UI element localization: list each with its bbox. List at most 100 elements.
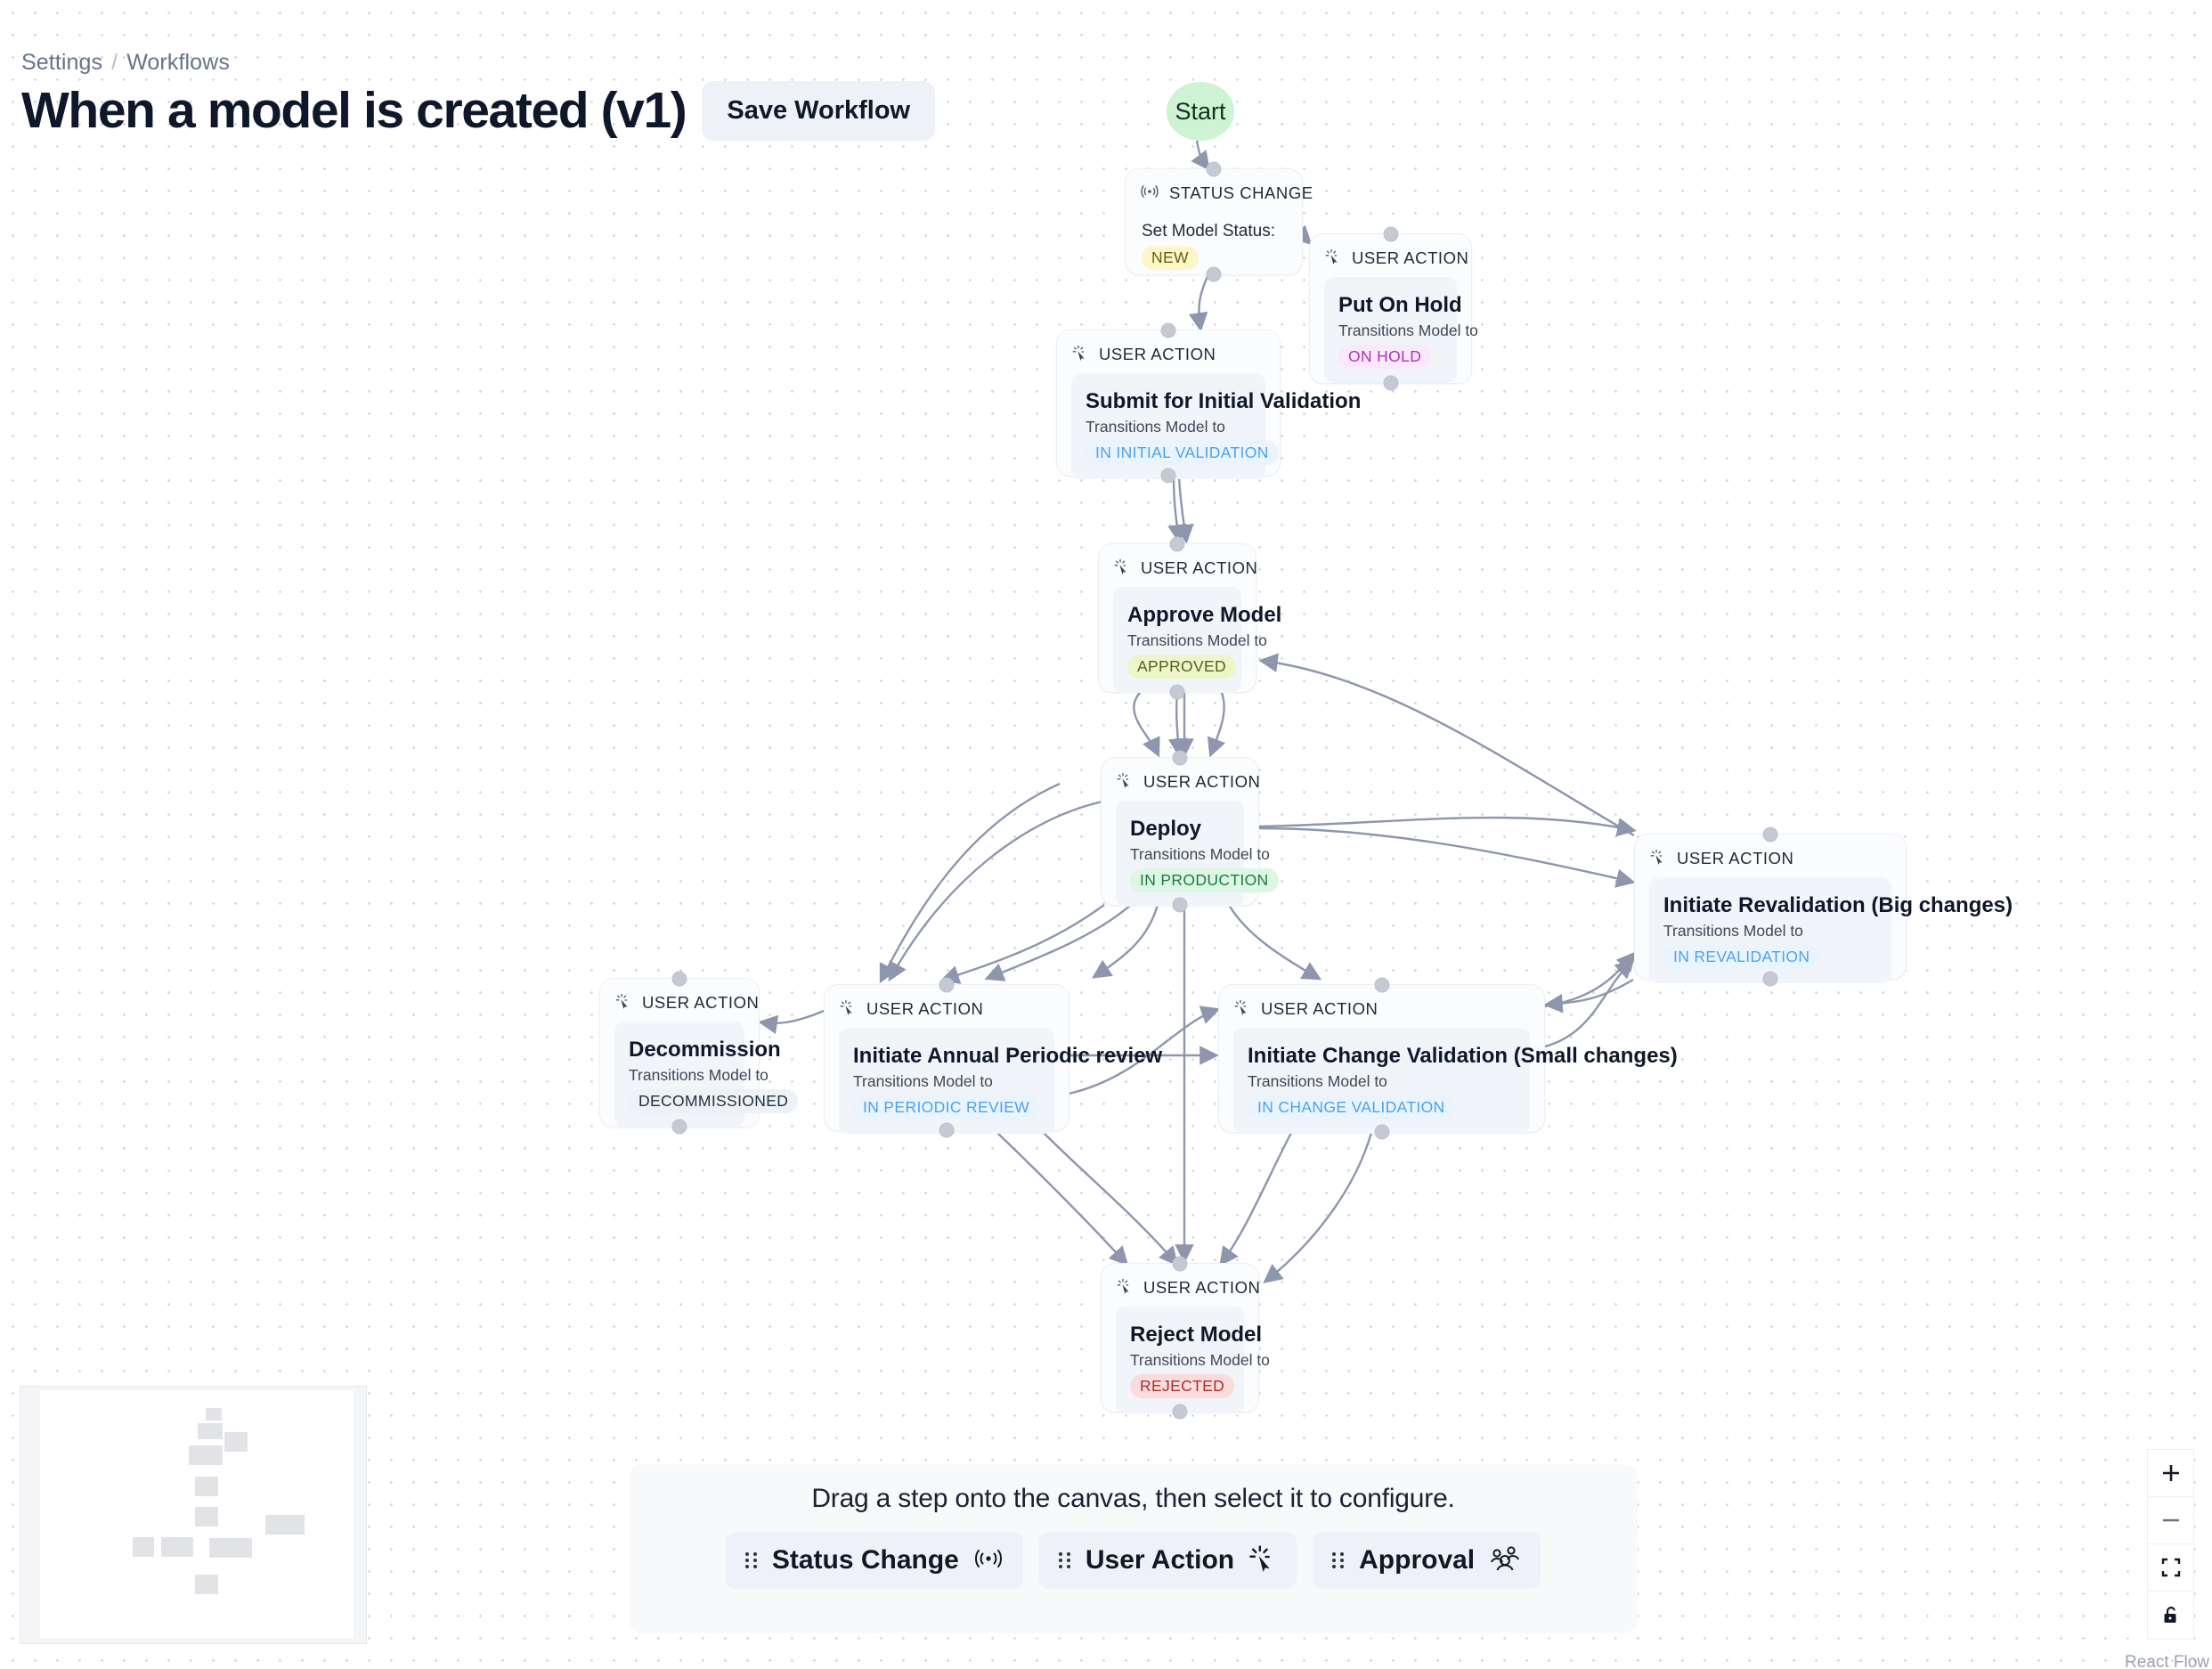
save-workflow-button[interactable]: Save Workflow	[702, 81, 935, 141]
handle-top[interactable]	[1173, 751, 1188, 766]
start-node[interactable]: Start	[1167, 82, 1234, 141]
start-node-label: Start	[1175, 98, 1225, 126]
fit-view-icon	[2160, 1557, 2182, 1578]
status-badge: DECOMMISSIONED	[629, 1089, 798, 1113]
node-subtitle: Transitions Model to	[1127, 631, 1227, 650]
zoom-out-button[interactable]	[2148, 1497, 2193, 1544]
node-approve-model[interactable]: USER ACTION Approve Model Transitions Mo…	[1098, 543, 1256, 693]
node-subtitle: Transitions Model to	[1086, 418, 1251, 436]
palette-item-label: Status Change	[772, 1545, 959, 1575]
cursor-click-icon	[1116, 771, 1134, 794]
node-kind-label: USER ACTION	[1352, 248, 1468, 268]
handle-bottom[interactable]	[1374, 1125, 1389, 1140]
breadcrumb-settings[interactable]: Settings	[21, 50, 102, 76]
edge-start-to-status	[1197, 141, 1208, 167]
edge-status-to-submit	[1199, 276, 1208, 328]
node-kind-label: USER ACTION	[1261, 999, 1378, 1019]
broadcast-icon	[1140, 184, 1159, 203]
node-kind-label: USER ACTION	[1143, 1278, 1260, 1298]
minimap[interactable]	[20, 1386, 367, 1644]
handle-bottom[interactable]	[1173, 898, 1188, 913]
palette-item-status-change[interactable]: Status Change	[726, 1532, 1023, 1589]
node-body: Deploy Transitions Model to IN PRODUCTIO…	[1116, 801, 1244, 907]
node-initiate-revalidation[interactable]: USER ACTION Initiate Revalidation (Big c…	[1634, 834, 1907, 980]
minimap-node	[224, 1432, 248, 1452]
node-reject-model[interactable]: USER ACTION Reject Model Transitions Mod…	[1101, 1263, 1259, 1413]
users-group-icon	[1489, 1545, 1521, 1576]
workflow-editor: Settings / Workflows When a model is cre…	[0, 0, 2212, 1669]
node-title: Approve Model	[1127, 602, 1227, 629]
unlock-icon	[2160, 1605, 2182, 1626]
edge-deploy-to-change-validation	[1229, 905, 1318, 978]
minimap-node	[195, 1477, 218, 1496]
edge-deploy-to-periodic-3	[944, 905, 1104, 980]
react-flow-attribution[interactable]: React Flow	[2125, 1653, 2209, 1669]
node-kind-label: USER ACTION	[1143, 772, 1260, 792]
handle-bottom[interactable]	[672, 1119, 687, 1135]
status-badge: NEW	[1142, 246, 1199, 270]
minimap-node	[265, 1515, 305, 1535]
handle-top[interactable]	[1207, 162, 1222, 177]
lock-button[interactable]	[2148, 1592, 2193, 1639]
cursor-click-icon	[1649, 848, 1667, 870]
minimap-node	[198, 1423, 223, 1439]
handle-bottom[interactable]	[1207, 267, 1222, 282]
node-kind-label: USER ACTION	[1099, 345, 1216, 364]
cursor-click-icon	[1248, 1544, 1277, 1577]
minimap-node	[161, 1537, 193, 1557]
node-body: Set Model Status: NEW	[1140, 214, 1288, 270]
handle-bottom[interactable]	[1763, 972, 1778, 987]
node-status-change[interactable]: STATUS CHANGE Set Model Status: NEW	[1125, 168, 1303, 275]
edge-deploy-to-periodic	[988, 905, 1131, 978]
zoom-in-button[interactable]	[2148, 1450, 2193, 1497]
node-header: USER ACTION	[1233, 997, 1530, 1021]
edge-change-to-revalidation-2	[1545, 962, 1631, 1046]
node-put-on-hold[interactable]: USER ACTION Put On Hold Transitions Mode…	[1309, 233, 1472, 384]
handle-top[interactable]	[1173, 1257, 1188, 1272]
minimap-node	[195, 1575, 218, 1594]
palette-item-approval[interactable]: Approval	[1313, 1532, 1541, 1589]
node-decommission[interactable]: USER ACTION Decommission Transitions Mod…	[599, 978, 760, 1128]
handle-top[interactable]	[1374, 978, 1389, 993]
node-title: Reject Model	[1130, 1322, 1230, 1348]
edge-change-to-revalidation	[1545, 955, 1633, 1006]
node-body: Approve Model Transitions Model to APPRO…	[1113, 587, 1241, 693]
status-badge: REJECTED	[1130, 1374, 1234, 1398]
handle-top[interactable]	[939, 978, 955, 993]
drag-handle-icon[interactable]	[745, 1552, 758, 1568]
edge-submit-to-approve-2	[1179, 477, 1186, 540]
node-kind-label: USER ACTION	[1141, 558, 1257, 578]
cursor-click-icon	[1113, 558, 1131, 580]
handle-bottom[interactable]	[1383, 376, 1398, 391]
handle-top[interactable]	[1161, 323, 1176, 338]
handle-top[interactable]	[1170, 537, 1185, 552]
handle-bottom[interactable]	[939, 1123, 955, 1138]
breadcrumb-workflows[interactable]: Workflows	[126, 50, 230, 76]
fit-view-button[interactable]	[2148, 1544, 2193, 1592]
drag-handle-icon[interactable]	[1332, 1552, 1345, 1568]
plus-icon	[2159, 1461, 2183, 1485]
drag-handle-icon[interactable]	[1059, 1552, 1071, 1568]
edge-revalidation-to-approve	[1263, 661, 1634, 835]
handle-top[interactable]	[1383, 227, 1398, 242]
palette-item-user-action[interactable]: User Action	[1039, 1532, 1297, 1589]
node-subtitle: Set Model Status:	[1142, 222, 1286, 241]
handle-bottom[interactable]	[1173, 1404, 1188, 1420]
node-submit-for-initial-validation[interactable]: USER ACTION Submit for Initial Validatio…	[1056, 330, 1281, 476]
node-subtitle: Transitions Model to	[1663, 922, 1877, 940]
handle-top[interactable]	[672, 972, 687, 987]
node-initiate-change-validation[interactable]: USER ACTION Initiate Change Validation (…	[1218, 984, 1545, 1133]
node-deploy[interactable]: USER ACTION Deploy Transitions Model to …	[1101, 757, 1259, 906]
minimap-viewport[interactable]	[40, 1390, 354, 1638]
minimap-node	[206, 1408, 222, 1421]
handle-top[interactable]	[1763, 827, 1778, 843]
page-title: When a model is created (v1)	[21, 82, 686, 141]
cursor-click-icon	[839, 998, 857, 1021]
edge-change-to-reject-2	[1266, 1133, 1371, 1281]
minimap-node	[209, 1538, 252, 1558]
handle-bottom[interactable]	[1170, 685, 1185, 700]
handle-bottom[interactable]	[1161, 468, 1176, 484]
node-initiate-annual-periodic-review[interactable]: USER ACTION Initiate Annual Periodic rev…	[824, 984, 1069, 1131]
cursor-click-icon	[1233, 998, 1251, 1021]
node-subtitle: Transitions Model to	[853, 1072, 1040, 1091]
